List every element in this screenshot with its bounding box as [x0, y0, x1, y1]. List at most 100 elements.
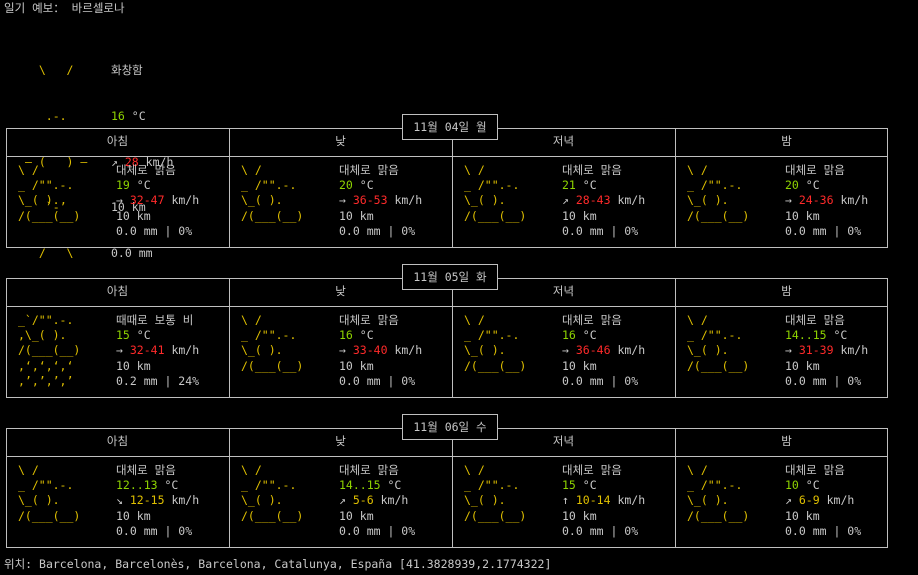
slot-temp: 14..15	[339, 478, 381, 493]
slot-temp: 20	[339, 178, 353, 193]
partly-cloudy-icon: \ / _ /"".-. \_( ). /(___(__)	[241, 163, 304, 223]
slot-temp: 12..13	[116, 478, 158, 493]
slot-info: 때때로 보통 비 15 °C → 32-41 km/h 10 km 0.2 mm | 2…	[116, 313, 200, 388]
slot-condition: 대체로 맑음	[116, 163, 176, 177]
period-header: 낮	[335, 284, 346, 298]
slot-info: 대체로 맑음 20 °C → 36-53 km/h 10 km 0.0 mm | 0%	[339, 163, 423, 238]
slot-info: 대체로 맑음 10 °C ↗ 6-9 km/h 10 km 0.0 mm | 0%	[785, 463, 862, 538]
slot-temp: 15	[116, 328, 130, 343]
period-header: 아침	[106, 434, 129, 448]
slot-temp: 16	[339, 328, 353, 343]
slot-temp: 10	[785, 478, 799, 493]
partly-cloudy-icon: \ / _ /"".-. \_( ). /(___(__)	[687, 313, 750, 373]
wind-value: 5-6	[352, 493, 374, 508]
slot-precip: 0.0 mm | 0%	[785, 223, 862, 238]
wind-arrow-icon: →	[339, 193, 346, 208]
wind-arrow-icon: →	[116, 343, 123, 358]
period-header: 저녁	[552, 284, 575, 298]
slot-precip: 0.0 mm | 0%	[116, 223, 193, 238]
forecast-slot: \ / _ /"".-. \_( ). /(___(__) 대체로 맑음 15 °C ↑…	[452, 463, 672, 543]
location-text: Barcelona, Barcelonès, Barcelona, Catalu…	[39, 557, 552, 571]
slot-condition: 대체로 맑음	[339, 313, 399, 327]
period-header: 낮	[335, 134, 346, 148]
slot-precip: 0.0 mm | 0%	[562, 223, 639, 238]
slot-precip: 0.0 mm | 0%	[562, 523, 639, 538]
divider	[6, 456, 888, 457]
slot-temp: 16	[562, 328, 576, 343]
slot-precip: 0.0 mm | 0%	[562, 373, 639, 388]
slot-visibility: 10 km	[562, 508, 597, 523]
slot-visibility: 10 km	[562, 358, 597, 373]
slot-precip: 0.0 mm | 0%	[339, 373, 416, 388]
slot-info: 대체로 맑음 12..13 °C ↘ 12-15 km/h 10 km 0.0 mm |…	[116, 463, 200, 538]
period-header: 저녁	[552, 434, 575, 448]
period-header: 아침	[106, 134, 129, 148]
slot-precip: 0.0 mm | 0%	[116, 523, 193, 538]
wind-value: 28-43	[575, 193, 611, 208]
slot-temp: 21	[562, 178, 576, 193]
partly-cloudy-icon: \ / _ /"".-. \_( ). /(___(__)	[687, 163, 750, 223]
slot-condition: 대체로 맑음	[562, 313, 622, 327]
period-header: 낮	[335, 434, 346, 448]
slot-visibility: 10 km	[785, 358, 820, 373]
slot-condition: 대체로 맑음	[562, 163, 622, 177]
wind-value: 32-41	[129, 343, 165, 358]
slot-precip: 0.2 mm | 24%	[116, 373, 200, 388]
slot-precip: 0.0 mm | 0%	[339, 223, 416, 238]
forecast-slot: \ / _ /"".-. \_( ). /(___(__) 대체로 맑음 10 °C ↗…	[675, 463, 895, 543]
forecast-slot: \ / _ /"".-. \_( ). /(___(__) 대체로 맑음 12..13…	[6, 463, 226, 543]
day-panel: 11월 04일 월 아침 낮 저녁 밤 \ / _ /"".-. \_( ). /(___…	[6, 114, 888, 248]
wind-arrow-icon: ↘	[116, 493, 123, 508]
wind-value: 32-47	[129, 193, 165, 208]
wind-value: 36-46	[575, 343, 611, 358]
slot-visibility: 10 km	[562, 208, 597, 223]
slot-info: 대체로 맑음 15 °C ↑ 10-14 km/h 10 km 0.0 mm | 0%	[562, 463, 646, 538]
period-header: 밤	[781, 434, 792, 448]
wind-value: 36-53	[352, 193, 388, 208]
slot-info: 대체로 맑음 14..15 °C ↗ 5-6 km/h 10 km 0.0 mm | 0…	[339, 463, 416, 538]
wind-arrow-icon: →	[785, 343, 792, 358]
slot-condition: 대체로 맑음	[339, 163, 399, 177]
slot-condition: 대체로 맑음	[562, 463, 622, 477]
forecast-slot: \ / _ /"".-. \_( ). /(___(__) 대체로 맑음 14..15…	[229, 463, 449, 543]
wind-arrow-icon: ↗	[339, 493, 346, 508]
slot-condition: 대체로 맑음	[785, 163, 845, 177]
slot-condition: 대체로 맑음	[785, 313, 845, 327]
slot-info: 대체로 맑음 16 °C → 33-40 km/h 10 km 0.0 mm | 0%	[339, 313, 423, 388]
slot-info: 대체로 맑음 19 °C → 32-47 km/h 10 km 0.0 mm | 0%	[116, 163, 200, 238]
wind-value: 31-39	[798, 343, 834, 358]
slot-precip: 0.0 mm | 0%	[785, 373, 862, 388]
wind-arrow-icon: →	[562, 343, 569, 358]
partly-cloudy-icon: \ / _ /"".-. \_( ). /(___(__)	[18, 463, 81, 523]
forecast-slot: \ / _ /"".-. \_( ). /(___(__) 대체로 맑음 14..15…	[675, 313, 895, 393]
current-precip: 0.0 mm	[111, 245, 153, 260]
period-header: 밤	[781, 134, 792, 148]
slot-precip: 0.0 mm | 0%	[339, 523, 416, 538]
slot-visibility: 10 km	[116, 358, 151, 373]
period-header: 아침	[106, 284, 129, 298]
wind-arrow-icon: ↗	[562, 193, 569, 208]
period-header: 저녁	[552, 134, 575, 148]
location-footer: 위치: Barcelona, Barcelonès, Barcelona, Ca…	[4, 557, 552, 571]
divider	[6, 306, 888, 307]
wind-arrow-icon: →	[785, 193, 792, 208]
slot-info: 대체로 맑음 20 °C → 24-36 km/h 10 km 0.0 mm | 0%	[785, 163, 869, 238]
slot-precip: 0.0 mm | 0%	[785, 523, 862, 538]
day-panel: 11월 05일 화 아침 낮 저녁 밤 _`/"".-. ,\_( ). /(___(__…	[6, 264, 888, 398]
period-header: 밤	[781, 284, 792, 298]
wind-value: 6-9	[798, 493, 820, 508]
wind-arrow-icon: ↑	[562, 493, 569, 508]
slot-condition: 대체로 맑음	[785, 463, 845, 477]
slot-visibility: 10 km	[339, 208, 374, 223]
wind-arrow-icon: ↗	[785, 493, 792, 508]
slot-visibility: 10 km	[785, 508, 820, 523]
wind-arrow-icon: →	[339, 343, 346, 358]
slot-temp: 20	[785, 178, 799, 193]
partly-cloudy-icon: \ / _ /"".-. \_( ). /(___(__)	[687, 463, 750, 523]
partly-cloudy-icon: \ / _ /"".-. \_( ). /(___(__)	[241, 313, 304, 373]
slot-condition: 대체로 맑음	[339, 463, 399, 477]
forecast-slot: \ / _ /"".-. \_( ). /(___(__) 대체로 맑음 19 °C →…	[6, 163, 226, 243]
page-title: 일기 예보： 바르셀로나	[4, 1, 125, 15]
slot-visibility: 10 km	[116, 508, 151, 523]
wind-value: 10-14	[575, 493, 611, 508]
